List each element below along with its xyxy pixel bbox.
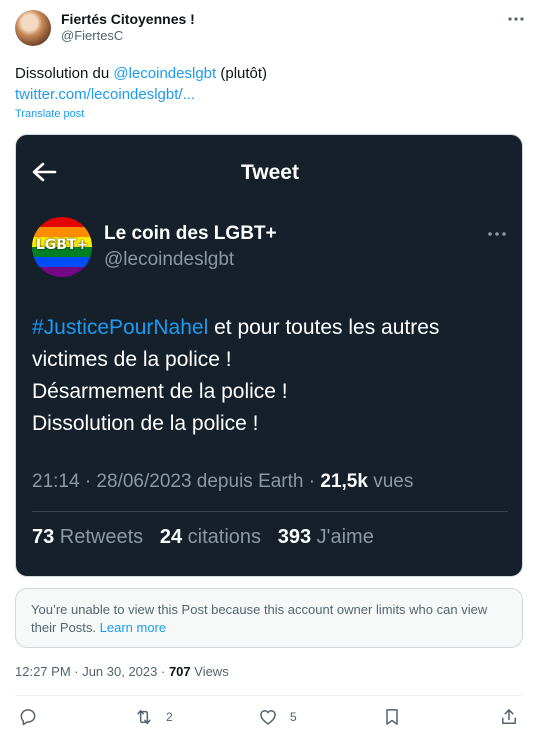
card-line1-rest: et pour toutes les autres (208, 316, 440, 339)
card-handle: @lecoindeslgbt (104, 249, 235, 270)
views-count: 707 (168, 664, 191, 679)
card-stats: 73 Retweets 24 citations 393 J'aime (32, 526, 374, 549)
author-avatar[interactable] (15, 10, 51, 46)
reply-button[interactable] (18, 706, 38, 728)
card-hashtag: #JusticePourNahel (32, 316, 209, 339)
like-button[interactable]: 5 (258, 706, 297, 728)
card-line3: Désarmement de la police ! (32, 380, 288, 403)
card-avatar-text: LGBT+ (35, 237, 89, 253)
card-line2: victimes de la police ! (32, 348, 232, 371)
card-header-title: Tweet (241, 161, 299, 184)
share-icon (502, 709, 516, 724)
timestamp-date[interactable]: 12:27 PM · Jun 30, 2023 · (15, 664, 169, 679)
card-views-count: 21,5k (320, 471, 368, 492)
views-label: Views (190, 664, 229, 679)
author-display-name[interactable]: Fiertés Citoyennes ! (61, 11, 195, 27)
card-likes-label: J'aime (311, 526, 374, 548)
card-avatar: LGBT+ (32, 217, 92, 277)
post-text-suffix: (plutôt) (216, 65, 268, 82)
bookmark-icon (386, 709, 398, 725)
card-line4: Dissolution de la police ! (32, 412, 259, 435)
card-views-label: vues (367, 471, 414, 492)
retweet-count: 2 (166, 710, 173, 724)
card-divider (32, 511, 508, 512)
card-meta-prefix: 21:14 · 28/06/2023 depuis Earth · (32, 471, 321, 492)
divider (15, 695, 523, 696)
post-timestamp: 12:27 PM · Jun 30, 2023 · 707 Views (15, 664, 229, 679)
card-tweet-body: #JusticePourNahel et pour toutes les aut… (32, 312, 512, 440)
like-count: 5 (290, 710, 297, 724)
heart-icon (260, 710, 276, 725)
card-citations-count: 24 (159, 526, 183, 548)
learn-more-link[interactable]: Learn more (100, 620, 166, 635)
reply-icon (20, 709, 36, 726)
embedded-image[interactable]: Tweet LGBT+ Le coin des LGBT+ @lecoindes… (15, 134, 523, 577)
post-text: Dissolution du @lecoindeslgbt (plutôt) (15, 63, 267, 84)
mention-link[interactable]: @lecoindeslgbt (113, 65, 216, 82)
unavailable-post-notice: You’re unable to view this Post because … (15, 588, 523, 648)
post-text-prefix: Dissolution du (15, 65, 114, 82)
retweet-button[interactable]: 2 (134, 706, 173, 728)
card-meta: 21:14 · 28/06/2023 depuis Earth · 21,5k … (32, 471, 413, 493)
card-likes-count: 393 (277, 526, 312, 548)
card-retweets-count: 73 (32, 526, 55, 548)
quoted-url-link[interactable]: twitter.com/lecoindeslgbt/... (15, 84, 195, 105)
translate-post-link[interactable]: Translate post (15, 108, 84, 120)
card-display-name: Le coin des LGBT+ (104, 223, 277, 244)
retweet-icon (137, 710, 151, 724)
card-retweets-label: Retweets (54, 526, 144, 548)
bookmark-button[interactable] (382, 706, 402, 728)
more-options-icon[interactable] (506, 11, 526, 27)
card-more-icon (488, 232, 506, 236)
share-button[interactable] (499, 706, 519, 728)
card-citations-label: citations (182, 526, 262, 548)
author-handle[interactable]: @FiertesC (61, 28, 123, 43)
